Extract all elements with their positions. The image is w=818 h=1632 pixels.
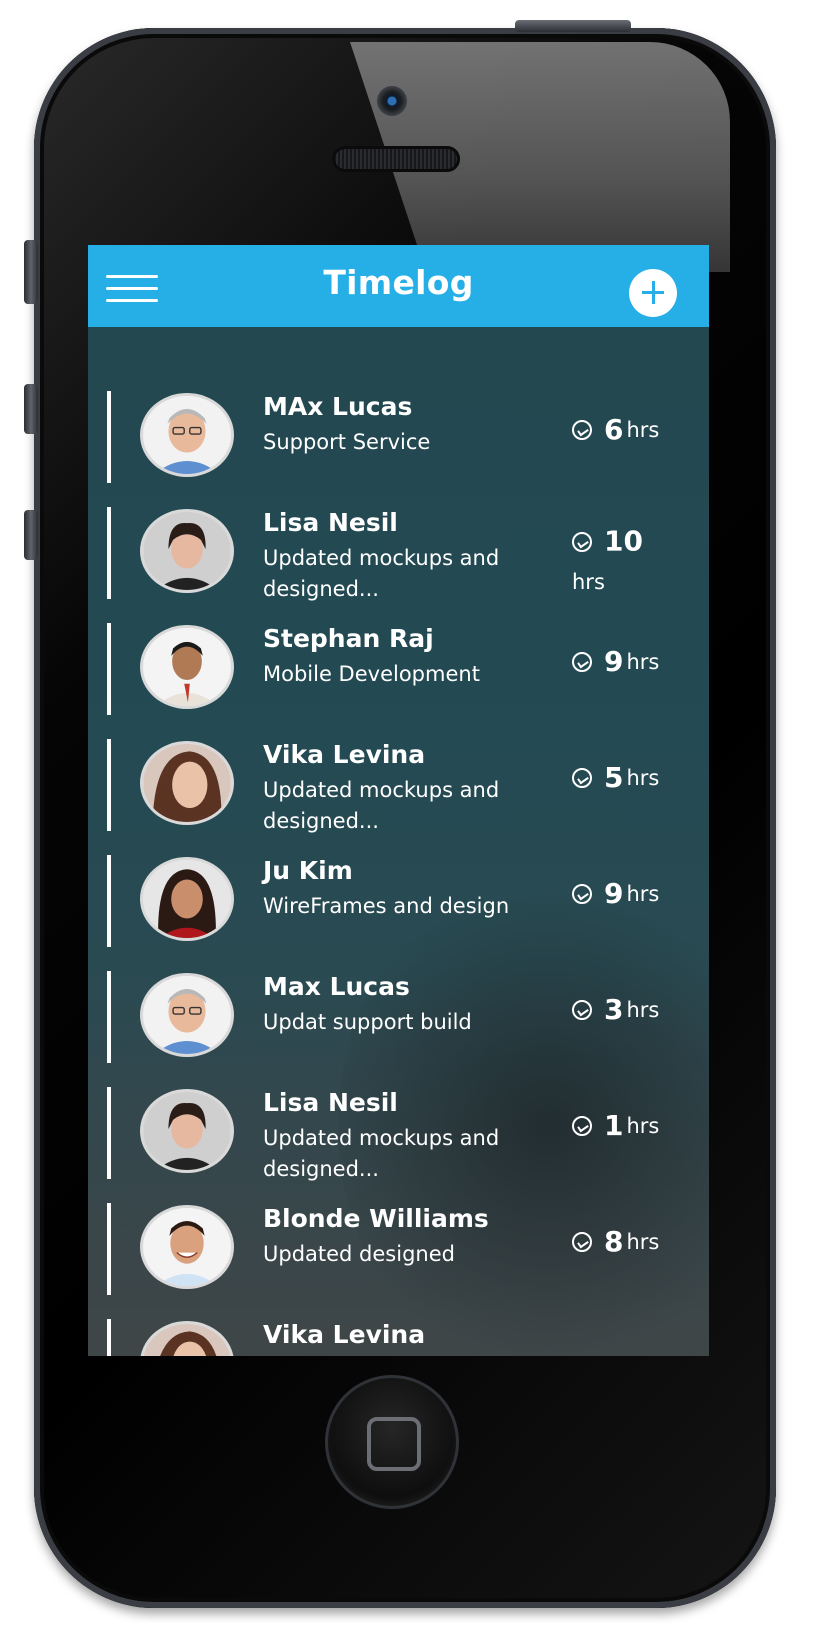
entry-hours: 9 hrs (572, 645, 659, 678)
avatar (140, 973, 234, 1057)
entry-name: Max Lucas (263, 972, 410, 1001)
add-entry-button[interactable] (629, 269, 677, 317)
entry-description: Updated mockups and designed... (263, 778, 500, 833)
entry-name: Blonde Williams (263, 1204, 489, 1233)
avatar (140, 1321, 234, 1356)
power-button (515, 20, 631, 32)
clock-icon (572, 1115, 592, 1136)
avatar (140, 625, 234, 709)
timelog-row[interactable]: Stephan Raj Mobile Development 9 hrs (88, 617, 709, 733)
avatar (140, 509, 234, 593)
timelog-row[interactable]: Max Lucas Updat support build 3 hrs (88, 965, 709, 1081)
app-header: Timelog (88, 245, 709, 327)
clock-icon (572, 883, 592, 904)
volume-up-button (24, 384, 38, 434)
entry-hours: 10 hrs (572, 524, 643, 594)
page-title: Timelog (323, 263, 474, 302)
app-screen: Timelog MAx Lucas Support Service 6 hrs L… (88, 245, 709, 1356)
timeline-bar (107, 971, 111, 1063)
entry-description: Mobile Development (263, 662, 480, 686)
timeline-bar (107, 1319, 111, 1356)
timelog-row[interactable]: Lisa Nesil Updated mockups and designed.… (88, 501, 709, 617)
home-square-icon (367, 1417, 421, 1471)
mute-switch (24, 240, 38, 304)
entry-description: Updat support build (263, 1010, 472, 1034)
clock-icon (572, 531, 592, 552)
timeline-bar (107, 855, 111, 947)
entry-hours: 5 hrs (572, 761, 659, 794)
avatar (140, 741, 234, 825)
entry-description: Updated designed (263, 1242, 455, 1266)
entry-name: MAx Lucas (263, 392, 413, 421)
entry-name: Lisa Nesil (263, 1088, 398, 1117)
timelog-list: MAx Lucas Support Service 6 hrs Lisa Nesi… (88, 385, 709, 1356)
entry-description: Updated mockups and designed... (263, 1126, 500, 1181)
timelog-row[interactable]: Vika Levina Updated mockups and designed… (88, 733, 709, 849)
timelog-row[interactable]: Ju Kim WireFrames and design 9 hrs (88, 849, 709, 965)
clock-icon (572, 651, 592, 672)
entry-name: Vika Levina (263, 740, 426, 769)
entry-hours: 9 hrs (572, 877, 659, 910)
home-button[interactable] (325, 1375, 459, 1509)
clock-icon (572, 1231, 592, 1252)
avatar (140, 393, 234, 477)
entry-description: Updated mockups and designed... (263, 546, 500, 601)
timelog-row[interactable]: Lisa Nesil Updated mockups and designed.… (88, 1081, 709, 1197)
entry-hours: 3 hrs (572, 993, 659, 1026)
avatar (140, 857, 234, 941)
volume-down-button (24, 510, 38, 560)
entry-hours: 6 hrs (572, 413, 659, 446)
clock-icon (572, 767, 592, 788)
avatar (140, 1205, 234, 1289)
entry-description: WireFrames and design (263, 894, 510, 918)
timeline-bar (107, 1203, 111, 1295)
entry-description: Support Service (263, 430, 431, 454)
clock-icon (572, 999, 592, 1020)
entry-name: Stephan Raj (263, 624, 434, 653)
timelog-row[interactable]: Blonde Williams Updated designed 8 hrs (88, 1197, 709, 1313)
timelog-row[interactable]: MAx Lucas Support Service 6 hrs (88, 385, 709, 501)
timeline-bar (107, 507, 111, 599)
timeline-bar (107, 739, 111, 831)
timeline-bar (107, 1087, 111, 1179)
timelog-row[interactable]: Vika Levina (88, 1313, 709, 1356)
front-camera (377, 86, 407, 116)
avatar (140, 1089, 234, 1173)
timeline-bar (107, 391, 111, 483)
entry-name: Ju Kim (263, 856, 353, 885)
entry-name: Lisa Nesil (263, 508, 398, 537)
timeline-bar (107, 623, 111, 715)
entry-hours: 1 hrs (572, 1109, 659, 1142)
entry-name: Vika Levina (263, 1320, 426, 1349)
clock-icon (572, 419, 592, 440)
entry-hours: 8 hrs (572, 1225, 659, 1258)
earpiece-speaker (332, 146, 460, 172)
